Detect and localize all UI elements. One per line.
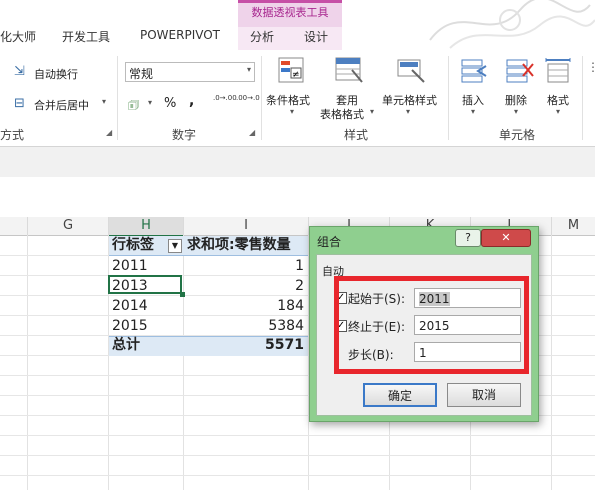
chevron-down-icon[interactable]: ▾	[471, 107, 475, 116]
format-button[interactable]: 格式	[547, 92, 569, 108]
close-button[interactable]: ✕	[481, 229, 531, 247]
number-launcher-icon[interactable]: ◢	[249, 128, 255, 137]
active-cell-selection	[108, 275, 182, 294]
number-group-label: 数字	[172, 128, 197, 142]
tab-analyze[interactable]: 分析	[250, 28, 274, 45]
alignment-launcher-icon[interactable]: ◢	[106, 128, 112, 137]
pivot-row-label[interactable]: 2014	[112, 296, 148, 316]
pivot-row-value[interactable]: 184	[186, 296, 304, 316]
decrease-decimal-button[interactable]: .00→.0	[236, 94, 260, 102]
wrap-text-icon: ⇲	[14, 64, 25, 79]
chevron-down-icon: ▾	[246, 65, 251, 74]
tab-design[interactable]: 设计	[304, 28, 328, 45]
merge-center-icon: ⊟	[14, 96, 25, 111]
dialog-title: 组合	[317, 235, 342, 249]
pivot-row-value[interactable]: 2	[186, 276, 304, 296]
chevron-down-icon[interactable]: ▾	[370, 107, 374, 116]
table-format-button[interactable]: 表格格式	[320, 106, 364, 122]
conditional-format-button[interactable]: 条件格式	[266, 92, 310, 108]
cell-styles-button[interactable]: 单元格样式	[382, 92, 437, 108]
gridline	[108, 235, 109, 490]
group-divider	[582, 56, 583, 140]
table-format-icon	[335, 57, 363, 83]
chevron-down-icon[interactable]: ▾	[290, 107, 294, 116]
delete-button[interactable]: 删除	[505, 92, 527, 108]
wrap-text-button[interactable]: 自动换行	[34, 66, 78, 82]
group-divider	[261, 56, 262, 140]
tab-powerpivot[interactable]: POWERPIVOT	[140, 28, 220, 42]
gridline	[27, 235, 28, 490]
pivot-total-label[interactable]: 总计	[112, 335, 140, 355]
ribbon-collapsed-area	[0, 147, 595, 177]
merge-dropdown-icon[interactable]: ▾	[102, 97, 106, 106]
chevron-down-icon[interactable]: ▾	[556, 107, 560, 116]
help-button[interactable]: ?	[455, 229, 481, 247]
column-header-g[interactable]: G	[28, 217, 109, 236]
format-icon	[545, 58, 571, 83]
insert-button[interactable]: 插入	[462, 92, 484, 108]
formula-bar[interactable]	[0, 177, 595, 218]
currency-dropdown-icon[interactable]: ▾	[148, 98, 152, 107]
cancel-button[interactable]: 取消	[447, 383, 521, 407]
row-header-corner	[0, 217, 28, 236]
increase-decimal-button[interactable]: .0→.00	[213, 94, 237, 102]
group-divider	[117, 56, 118, 140]
styles-group-label: 样式	[344, 128, 369, 142]
fill-handle[interactable]	[180, 292, 185, 297]
gridline	[183, 235, 184, 490]
decorative-flourish	[429, 0, 595, 49]
pivot-row-labels-header[interactable]: 行标签	[112, 235, 154, 255]
cell-styles-icon	[397, 59, 425, 83]
group-divider	[448, 56, 449, 140]
ok-button[interactable]: 确定	[363, 383, 437, 407]
gridline	[0, 455, 595, 456]
gridline	[0, 435, 595, 436]
column-header-h[interactable]: H	[109, 217, 184, 237]
insert-icon	[461, 59, 487, 83]
more-icon[interactable]: ⋮	[587, 60, 595, 74]
cells-group-label: 单元格	[499, 128, 536, 142]
pivot-row-value[interactable]: 1	[186, 256, 304, 276]
number-format-select[interactable]: 常规 ▾	[125, 62, 255, 82]
comma-button[interactable]: ,	[189, 93, 194, 109]
tab-helper[interactable]: 化大师	[0, 28, 36, 45]
alignment-group-label: 方式	[0, 128, 25, 142]
svg-text:≠: ≠	[292, 70, 300, 80]
number-format-value: 常规	[129, 67, 154, 81]
pivot-total-value[interactable]: 5571	[186, 335, 304, 355]
merge-center-button[interactable]: 合并后居中	[34, 97, 89, 113]
gridline	[551, 235, 552, 490]
gridline	[0, 475, 595, 476]
currency-icon[interactable]: 🗊	[128, 96, 139, 117]
conditional-format-icon: ≠	[278, 57, 304, 83]
column-header-i[interactable]: I	[184, 217, 309, 236]
pivot-row-value[interactable]: 5384	[186, 316, 304, 336]
tab-developer[interactable]: 开发工具	[62, 28, 110, 45]
pivot-row-label[interactable]: 2015	[112, 316, 148, 336]
delete-icon	[506, 59, 534, 83]
pivot-value-header[interactable]: 求和项:零售数量	[187, 235, 291, 255]
contextual-tab-title: 数据透视表工具	[238, 0, 342, 27]
column-header-m[interactable]: M	[552, 217, 595, 236]
chevron-down-icon[interactable]: ▾	[514, 107, 518, 116]
pivot-row-label[interactable]: 2011	[112, 256, 148, 276]
filter-dropdown-icon[interactable]: ▼	[168, 239, 182, 253]
percent-button[interactable]: %	[164, 96, 176, 111]
highlight-annotation-box	[334, 276, 529, 374]
chevron-down-icon[interactable]: ▾	[406, 107, 410, 116]
